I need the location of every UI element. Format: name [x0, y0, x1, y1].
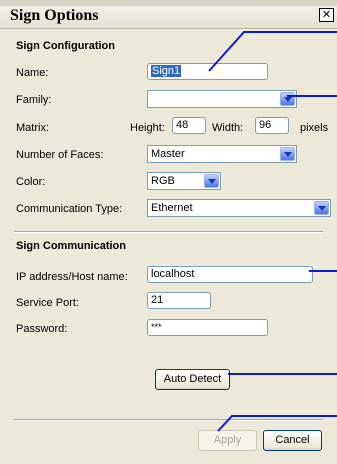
service-port-label: Service Port: — [16, 297, 79, 309]
height-input[interactable]: 48 — [172, 117, 206, 134]
cancel-button[interactable]: Cancel — [263, 430, 322, 451]
section-divider — [14, 231, 323, 233]
ip-input[interactable]: localhost — [147, 266, 313, 283]
color-select[interactable]: RGB — [147, 172, 221, 190]
chevron-down-icon[interactable] — [280, 147, 295, 161]
faces-select[interactable]: Master — [147, 145, 297, 163]
apply-button[interactable]: Apply — [198, 430, 257, 451]
close-icon: ✕ — [321, 8, 332, 21]
password-label: Password: — [16, 323, 68, 335]
family-label: Family: — [16, 94, 52, 106]
auto-detect-button[interactable]: Auto Detect — [155, 369, 230, 390]
ip-label: IP address/Host name: — [16, 271, 128, 283]
close-button[interactable]: ✕ — [319, 8, 334, 22]
password-input[interactable]: *** — [147, 319, 268, 336]
sign-options-dialog: Sign Options ✕ Sign Configuration Name: … — [0, 0, 337, 464]
footer-divider — [14, 419, 323, 421]
width-input[interactable]: 96 — [255, 117, 289, 134]
communication-type-label: Communication Type: — [16, 203, 123, 215]
chevron-down-icon[interactable] — [204, 174, 219, 188]
service-port-input[interactable]: 21 — [147, 292, 211, 309]
communication-type-select[interactable]: Ethernet — [147, 199, 331, 217]
name-input-value: Sign1 — [151, 65, 182, 77]
dialog-title: Sign Options — [10, 7, 99, 24]
sign-communication-heading: Sign Communication — [16, 240, 126, 252]
faces-select-value: Master — [151, 148, 185, 160]
name-input[interactable]: Sign1 — [147, 63, 268, 80]
chevron-down-icon[interactable] — [280, 92, 295, 106]
communication-type-value: Ethernet — [151, 202, 193, 214]
family-select[interactable] — [147, 90, 297, 108]
width-label: Width: — [212, 122, 244, 134]
chevron-down-icon[interactable] — [314, 201, 329, 215]
faces-label: Number of Faces: — [16, 149, 104, 161]
title-bar: Sign Options ✕ — [0, 0, 337, 29]
height-label: Height: — [130, 122, 165, 134]
color-select-value: RGB — [151, 175, 175, 187]
title-bar-strip — [0, 0, 337, 6]
color-label: Color: — [16, 176, 46, 188]
sign-configuration-heading: Sign Configuration — [16, 40, 115, 52]
name-label: Name: — [16, 67, 49, 79]
matrix-label: Matrix: — [16, 122, 49, 134]
pixels-label: pixels — [300, 122, 329, 134]
